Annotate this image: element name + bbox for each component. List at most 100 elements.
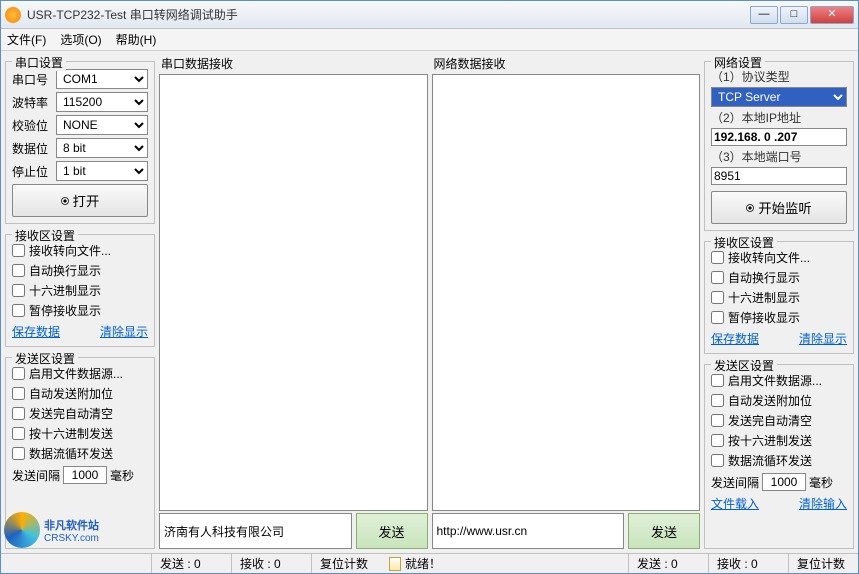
recv-pause-right-check[interactable]	[711, 311, 724, 324]
com-select[interactable]: COM1	[56, 69, 148, 89]
recv-pause-left-check[interactable]	[12, 304, 25, 317]
recv-settings-right-group: 接收区设置 接收转向文件... 自动换行显示 十六进制显示 暂停接收显示 保存数…	[704, 241, 854, 354]
status-left-recv: 接收 : 0	[231, 554, 311, 573]
send-loop-right-label: 数据流循环发送	[728, 452, 812, 469]
minimize-button[interactable]: —	[750, 6, 778, 24]
send-clear-left-check[interactable]	[12, 407, 25, 420]
send-settings-right-group: 发送区设置 启用文件数据源... 自动发送附加位 发送完自动清空 按十六进制发送…	[704, 364, 854, 549]
stopbits-select[interactable]: 1 bit	[56, 161, 148, 181]
protocol-select[interactable]: TCP Server	[711, 87, 847, 107]
menubar: 文件(F) 选项(O) 帮助(H)	[1, 29, 858, 51]
stopbits-label: 停止位	[12, 163, 52, 180]
status-ready: 就绪！	[381, 555, 628, 572]
app-icon	[5, 7, 21, 23]
recv-tofile-left-check[interactable]	[12, 244, 25, 257]
save-data-left-link[interactable]: 保存数据	[12, 323, 60, 340]
recv-wrap-right-check[interactable]	[711, 271, 724, 284]
local-ip-input[interactable]	[711, 128, 847, 146]
net-recv-area[interactable]	[432, 74, 701, 511]
net-group-title: 网络设置	[711, 54, 765, 71]
send-filesrc-right-label: 启用文件数据源...	[728, 372, 822, 389]
reset-count-right[interactable]: 复位计数	[788, 554, 858, 573]
recv-left-title: 接收区设置	[12, 227, 78, 244]
baud-select[interactable]: 115200	[56, 92, 148, 112]
send-clear-right-label: 发送完自动清空	[728, 412, 812, 429]
menu-file[interactable]: 文件(F)	[7, 31, 46, 48]
send-filesrc-right-check[interactable]	[711, 374, 724, 387]
recv-hex-right-check[interactable]	[711, 291, 724, 304]
interval-right-label: 发送间隔	[711, 474, 759, 491]
ms-left-label: 毫秒	[110, 467, 134, 484]
com-label: 串口号	[12, 71, 52, 88]
serial-settings-group: 串口设置 串口号COM1 波特率115200 校验位NONE 数据位8 bit …	[5, 61, 155, 224]
serial-send-input[interactable]	[159, 513, 352, 549]
recv-tofile-right-check[interactable]	[711, 251, 724, 264]
send-filesrc-left-check[interactable]	[12, 367, 25, 380]
send-append-left-check[interactable]	[12, 387, 25, 400]
recv-pause-right-label: 暂停接收显示	[728, 309, 800, 326]
interval-right-input[interactable]	[762, 473, 806, 491]
send-hex-right-check[interactable]	[711, 434, 724, 447]
port-label: （3）本地端口号	[711, 148, 847, 165]
serial-send-button[interactable]: 发送	[356, 513, 428, 549]
interval-left-input[interactable]	[63, 466, 107, 484]
clear-display-left-link[interactable]: 清除显示	[100, 323, 148, 340]
serial-recv-title: 串口数据接收	[159, 55, 428, 74]
network-settings-group: 网络设置 （1）协议类型 TCP Server （2）本地IP地址 （3）本地端…	[704, 61, 854, 231]
net-send-input[interactable]	[432, 513, 625, 549]
parity-select[interactable]: NONE	[56, 115, 148, 135]
serial-group-title: 串口设置	[12, 54, 66, 71]
send-right-title: 发送区设置	[711, 357, 777, 374]
send-loop-left-label: 数据流循环发送	[29, 445, 113, 462]
menu-help[interactable]: 帮助(H)	[116, 31, 157, 48]
databits-label: 数据位	[12, 140, 52, 157]
load-file-right-link[interactable]: 文件载入	[711, 495, 759, 512]
net-send-button[interactable]: 发送	[628, 513, 700, 549]
local-port-input[interactable]	[711, 167, 847, 185]
window-title: USR-TCP232-Test 串口转网络调试助手	[27, 6, 750, 23]
baud-label: 波特率	[12, 94, 52, 111]
recv-hex-right-label: 十六进制显示	[728, 289, 800, 306]
send-append-right-label: 自动发送附加位	[728, 392, 812, 409]
send-append-right-check[interactable]	[711, 394, 724, 407]
recv-tofile-right-label: 接收转向文件...	[728, 249, 810, 266]
send-filesrc-left-label: 启用文件数据源...	[29, 365, 123, 382]
recv-hex-left-check[interactable]	[12, 284, 25, 297]
net-recv-title: 网络数据接收	[432, 55, 701, 74]
recv-tofile-left-label: 接收转向文件...	[29, 242, 111, 259]
send-hex-left-label: 按十六进制发送	[29, 425, 113, 442]
reset-count-left[interactable]: 复位计数	[311, 554, 381, 573]
status-dot-icon	[746, 204, 754, 212]
status-right-send: 发送 : 0	[628, 554, 708, 573]
send-append-left-label: 自动发送附加位	[29, 385, 113, 402]
status-dot-icon	[61, 197, 69, 205]
ip-label: （2）本地IP地址	[711, 109, 847, 126]
clear-input-right-link[interactable]: 清除输入	[799, 495, 847, 512]
save-data-right-link[interactable]: 保存数据	[711, 330, 759, 347]
status-left-send: 发送 : 0	[151, 554, 231, 573]
open-serial-button[interactable]: 打开	[12, 184, 148, 217]
send-settings-left-group: 发送区设置 启用文件数据源... 自动发送附加位 发送完自动清空 按十六进制发送…	[5, 357, 155, 549]
recv-hex-left-label: 十六进制显示	[29, 282, 101, 299]
send-loop-right-check[interactable]	[711, 454, 724, 467]
titlebar: USR-TCP232-Test 串口转网络调试助手 — □ ✕	[1, 1, 858, 29]
send-clear-left-label: 发送完自动清空	[29, 405, 113, 422]
clear-display-right-link[interactable]: 清除显示	[799, 330, 847, 347]
databits-select[interactable]: 8 bit	[56, 138, 148, 158]
recv-wrap-left-check[interactable]	[12, 264, 25, 277]
send-clear-right-check[interactable]	[711, 414, 724, 427]
status-right-recv: 接收 : 0	[708, 554, 788, 573]
status-left-pad	[1, 554, 151, 573]
menu-options[interactable]: 选项(O)	[60, 31, 101, 48]
maximize-button[interactable]: □	[780, 6, 808, 24]
statusbar: 发送 : 0 接收 : 0 复位计数 就绪！ 发送 : 0 接收 : 0 复位计…	[1, 553, 858, 573]
recv-pause-left-label: 暂停接收显示	[29, 302, 101, 319]
serial-recv-area[interactable]	[159, 74, 428, 511]
status-ready-text: 就绪！	[405, 555, 441, 572]
send-left-title: 发送区设置	[12, 350, 78, 367]
send-hex-left-check[interactable]	[12, 427, 25, 440]
close-button[interactable]: ✕	[810, 6, 854, 24]
interval-left-label: 发送间隔	[12, 467, 60, 484]
start-listen-button[interactable]: 开始监听	[711, 191, 847, 224]
send-loop-left-check[interactable]	[12, 447, 25, 460]
